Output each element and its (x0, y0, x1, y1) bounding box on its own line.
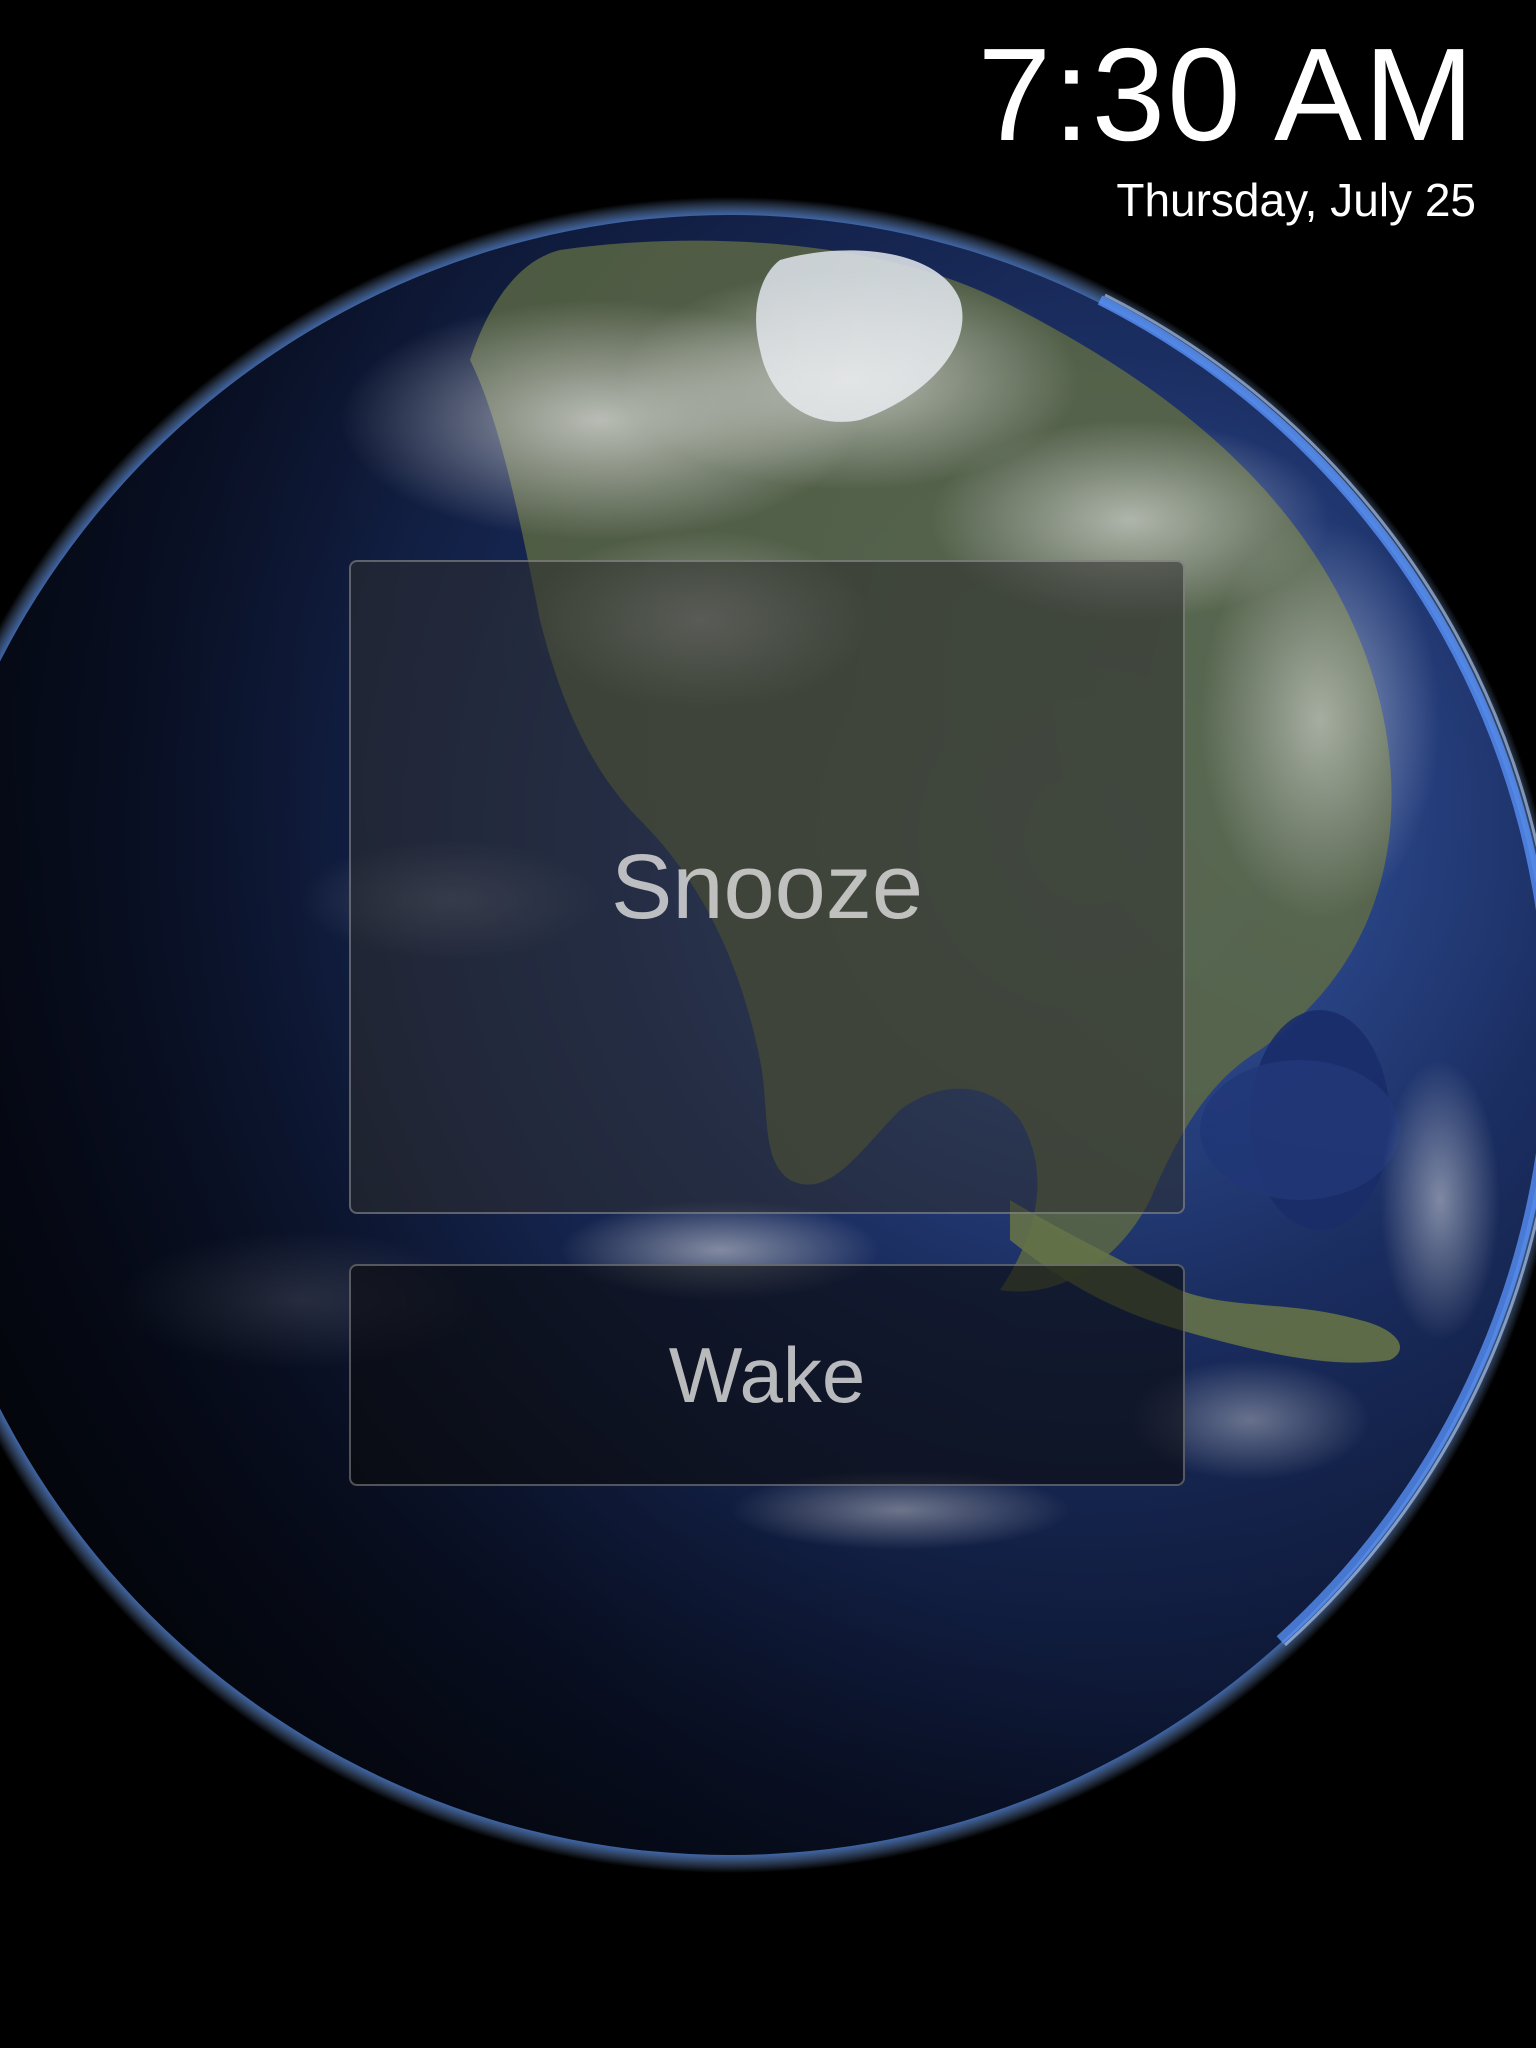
snooze-button-label: Snooze (610, 835, 924, 938)
snooze-button[interactable]: Snooze (349, 560, 1185, 1214)
alarm-screen: 7:30 AM Thursday, July 25 Snooze Wake (0, 0, 1536, 2048)
wake-button[interactable]: Wake (349, 1264, 1185, 1486)
wake-button-label: Wake (668, 1330, 866, 1419)
clock-display: 7:30 AM Thursday, July 25 (978, 20, 1476, 230)
clock-time: 7:30 AM (977, 21, 1476, 168)
clock-date: Thursday, July 25 (1116, 174, 1476, 226)
